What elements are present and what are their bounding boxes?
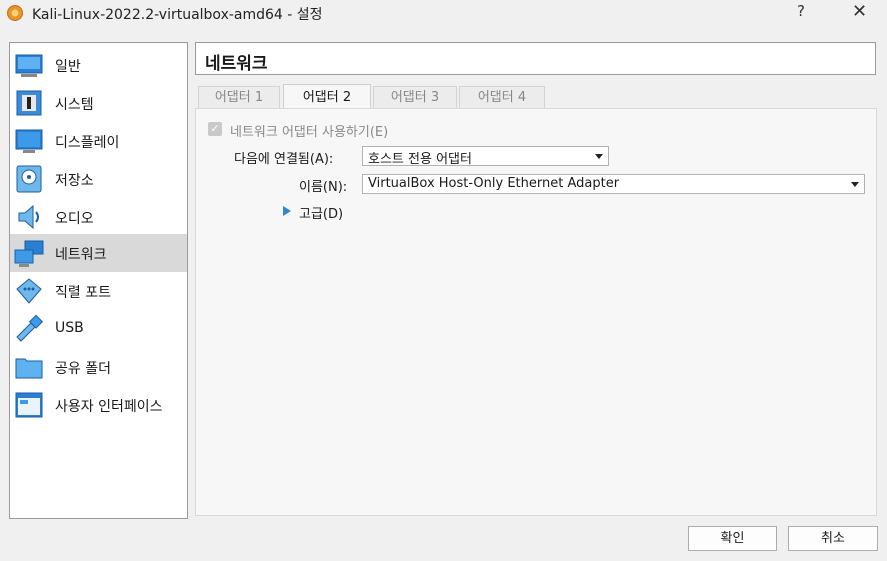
usb-icon (16, 314, 44, 342)
sidebar-item-network[interactable]: 네트워크 (10, 234, 187, 272)
monitor-icon (15, 54, 43, 77)
ok-button[interactable]: 확인 (688, 526, 777, 551)
page-title: 네트워크 (195, 42, 876, 75)
sidebar-item-system[interactable]: 시스템 (10, 84, 187, 122)
attached-to-select[interactable]: 호스트 전용 어댑터 (362, 146, 609, 167)
tab-adapter-4[interactable]: 어댑터 4 (459, 86, 545, 108)
network-icon (14, 240, 44, 267)
settings-sidebar: 일반 시스템 디스플레이 저장소 오디오 네트워크 직렬 포트 USB 공유 폴… (9, 42, 188, 519)
virtualbox-app-icon (7, 5, 23, 21)
sidebar-item-label: 공유 폴더 (55, 361, 111, 377)
serial-port-icon (16, 278, 42, 304)
speaker-icon (18, 204, 39, 230)
sidebar-item-label: 디스플레이 (55, 135, 120, 151)
chevron-down-icon (851, 182, 859, 187)
chip-icon (16, 90, 42, 116)
tab-adapter-3[interactable]: 어댑터 3 (373, 86, 457, 108)
enable-adapter-checkbox[interactable]: ✓ (208, 122, 222, 136)
enable-adapter-label: 네트워크 어댑터 사용하기(E) (230, 125, 389, 140)
attached-to-label: 다음에 연결됨(A): (234, 152, 334, 167)
sidebar-item-storage[interactable]: 저장소 (10, 160, 187, 198)
sidebar-item-usb[interactable]: USB (10, 310, 187, 348)
expand-arrow-icon[interactable] (283, 206, 291, 216)
sidebar-item-label: 시스템 (55, 97, 94, 113)
attached-to-value: 호스트 전용 어댑터 (368, 152, 472, 167)
sidebar-item-label: 네트워크 (55, 247, 107, 263)
sidebar-item-label: 오디오 (55, 211, 94, 227)
sidebar-item-audio[interactable]: 오디오 (10, 198, 187, 236)
chevron-down-icon (595, 154, 603, 159)
folder-icon (15, 358, 43, 379)
tab-adapter-1[interactable]: 어댑터 1 (198, 86, 280, 108)
window-title: Kali-Linux-2022.2-virtualbox-amd64 - 설정 (32, 7, 323, 23)
close-button[interactable]: ✕ (852, 1, 867, 22)
sidebar-item-serial-port[interactable]: 직렬 포트 (10, 272, 187, 310)
cancel-button[interactable]: 취소 (788, 526, 878, 551)
sidebar-item-label: 직렬 포트 (55, 285, 111, 301)
page-title-text: 네트워크 (205, 54, 268, 74)
display-icon (15, 129, 43, 153)
sidebar-item-label: 사용자 인터페이스 (55, 399, 163, 415)
sidebar-item-general[interactable]: 일반 (10, 46, 187, 84)
sidebar-item-user-interface[interactable]: 사용자 인터페이스 (10, 386, 187, 424)
sidebar-item-label: 저장소 (55, 173, 94, 189)
sidebar-item-display[interactable]: 디스플레이 (10, 122, 187, 160)
disk-icon (16, 165, 42, 193)
title-bar: Kali-Linux-2022.2-virtualbox-amd64 - 설정 … (0, 0, 887, 28)
window-icon (15, 392, 43, 418)
tab-adapter-2[interactable]: 어댑터 2 (283, 84, 371, 109)
sidebar-item-label: 일반 (55, 59, 81, 75)
adapter-name-label: 이름(N): (299, 180, 348, 195)
advanced-toggle[interactable]: 고급(D) (299, 203, 343, 222)
adapter-panel (195, 108, 877, 516)
adapter-name-value: VirtualBox Host-Only Ethernet Adapter (368, 176, 620, 191)
sidebar-item-label: USB (55, 320, 84, 336)
adapter-name-select[interactable]: VirtualBox Host-Only Ethernet Adapter (362, 174, 865, 194)
sidebar-item-shared-folders[interactable]: 공유 폴더 (10, 348, 187, 386)
help-button[interactable]: ? (797, 2, 805, 20)
